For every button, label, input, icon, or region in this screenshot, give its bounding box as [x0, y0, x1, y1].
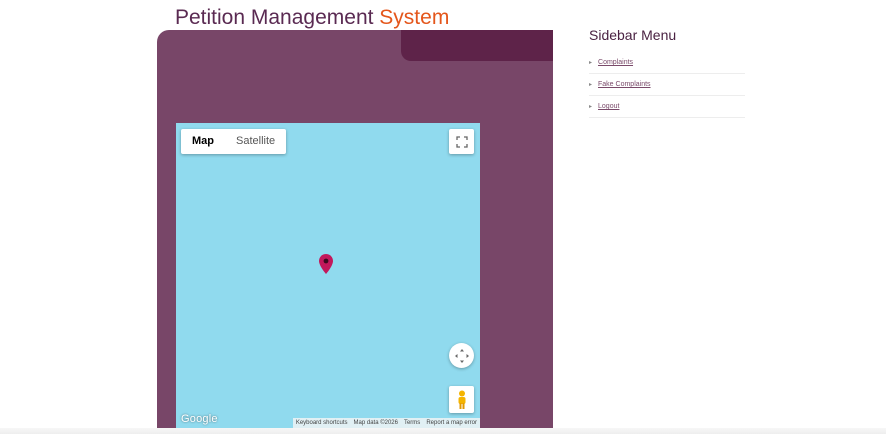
map-type-map-button[interactable]: Map — [181, 129, 225, 154]
logout-link[interactable]: Logout — [598, 103, 619, 110]
terms-link[interactable]: Terms — [401, 418, 423, 428]
camera-control-icon — [454, 348, 469, 363]
sidebar-item-logout: ▸ Logout — [589, 96, 745, 118]
fake-complaints-link[interactable]: Fake Complaints — [598, 81, 651, 88]
sidebar-title: Sidebar Menu — [589, 27, 677, 43]
map-marker-icon[interactable] — [319, 254, 333, 274]
sidebar-item-complaints: ▸ Complaints — [589, 52, 745, 74]
camera-control-button[interactable] — [449, 343, 474, 368]
page-title-main: Petition Management — [175, 6, 380, 29]
keyboard-shortcuts-link[interactable]: Keyboard shortcuts — [293, 418, 351, 428]
page-title-accent: System — [379, 6, 450, 29]
fullscreen-icon — [455, 135, 468, 148]
sidebar-menu: ▸ Complaints ▸ Fake Complaints ▸ Logout — [589, 52, 745, 118]
bullet-icon: ▸ — [589, 82, 593, 88]
panel-tab-decoration — [401, 30, 553, 61]
map-data-text: Map data ©2026 — [353, 420, 398, 426]
street-view-button[interactable] — [449, 386, 474, 413]
bullet-icon: ▸ — [589, 60, 593, 66]
footer-divider — [0, 428, 886, 434]
google-logo: Google — [181, 413, 218, 425]
report-map-error-link[interactable]: Report a map error — [423, 418, 480, 428]
sidebar-item-fake-complaints: ▸ Fake Complaints — [589, 74, 745, 96]
bullet-icon: ▸ — [589, 104, 593, 110]
complaints-link[interactable]: Complaints — [598, 59, 633, 66]
page-title: Petition Management System — [175, 6, 449, 30]
fullscreen-button[interactable] — [449, 129, 474, 154]
map-view[interactable]: Map Satellite Google Keyboard shortcuts … — [176, 123, 480, 428]
map-type-satellite-button[interactable]: Satellite — [225, 129, 286, 154]
map-attribution: Keyboard shortcuts Map data ©2026 Terms … — [292, 418, 480, 428]
map-type-control: Map Satellite — [181, 129, 287, 154]
pegman-icon — [458, 390, 465, 409]
